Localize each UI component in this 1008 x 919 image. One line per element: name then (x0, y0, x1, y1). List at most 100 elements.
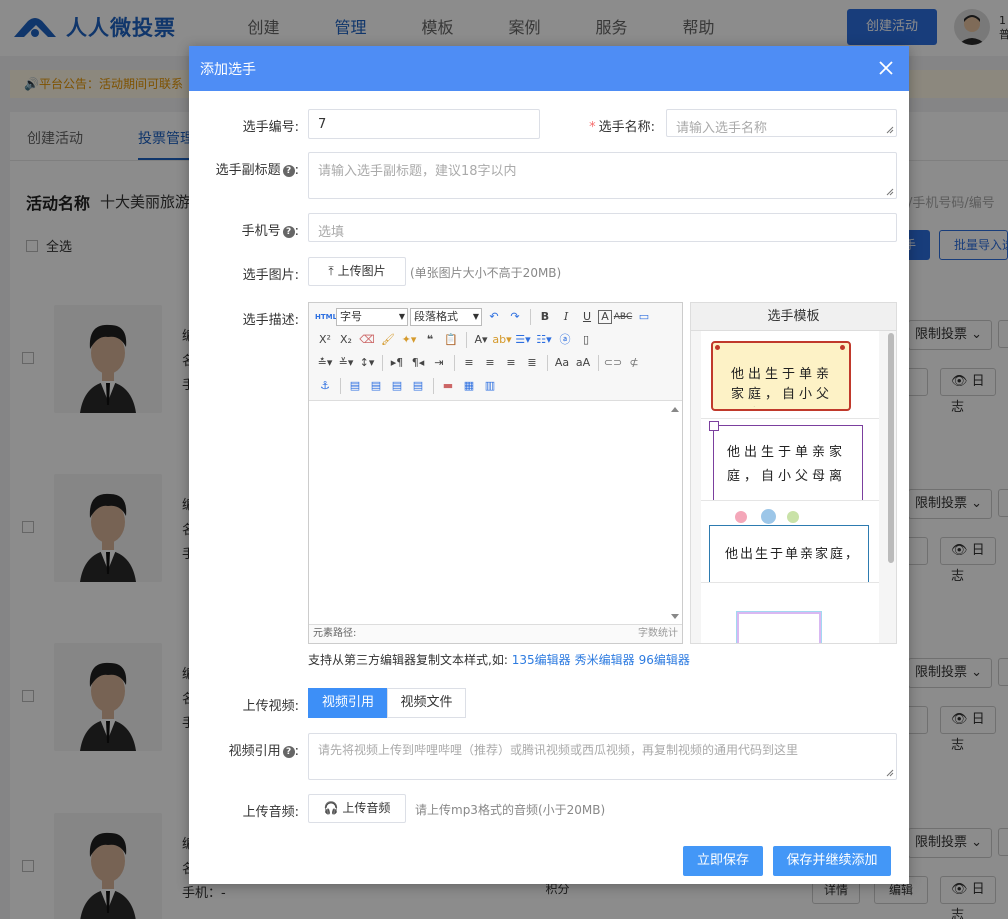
ltr-icon[interactable]: ▸¶ (387, 354, 407, 372)
help-icon[interactable]: ? (282, 165, 295, 177)
toolbar-separator (433, 378, 434, 394)
clear-doc-icon[interactable]: ▯ (576, 331, 596, 349)
insert-video-icon[interactable]: ▥ (480, 377, 500, 395)
bold-icon[interactable]: B (535, 308, 555, 326)
link-135-editor[interactable]: 135编辑器 (512, 653, 571, 667)
subscript-icon[interactable]: X₂ (336, 331, 356, 349)
row-spacing-bottom-icon[interactable]: ≚▾ (336, 354, 356, 372)
font-color-icon[interactable]: A▾ (471, 331, 491, 349)
underline-icon[interactable]: U (577, 308, 597, 326)
template-list: 他出生于单亲家庭，自小父母离 他出生于单亲家庭，自小父母离 他出生于单亲家庭， (701, 331, 879, 643)
save-button[interactable]: 立即保存 (683, 846, 763, 876)
align-right-icon[interactable]: ≡ (501, 354, 521, 372)
template-frame (736, 611, 822, 643)
font-size-select[interactable]: 字号 ▼ (336, 308, 408, 326)
upload-image-button[interactable]: ⤒ 上传图片 (308, 257, 406, 286)
template-item[interactable]: 他出生于单亲家庭，自小父母离 (701, 339, 879, 419)
undo-icon[interactable]: ↶ (484, 308, 504, 326)
dialog-header: 添加选手 (189, 46, 909, 91)
number-label: 选手编号: (242, 120, 299, 135)
editor-support-note: 支持从第三方编辑器复制文本样式,如: 135编辑器 秀米编辑器 96编辑器 (308, 651, 694, 668)
link-icon[interactable]: ⊂⊃ (603, 354, 623, 372)
align-left-icon[interactable]: ≡ (459, 354, 479, 372)
help-icon[interactable]: ? (282, 226, 295, 238)
template-panel: 选手模板 他出生于单亲家庭，自小父母离 他出生于单亲家庭，自小父母离 (690, 302, 897, 644)
superscript-icon[interactable]: X² (315, 331, 335, 349)
paragraph-value: 段落格式 (414, 310, 458, 323)
row-spacing-top-icon[interactable]: ≛▾ (315, 354, 335, 372)
insert-image-icon[interactable]: ▬ (438, 377, 458, 395)
html-source-icon[interactable]: HTML (315, 308, 337, 326)
resize-handle-icon[interactable] (886, 126, 894, 134)
anchor-icon[interactable]: ⚓ (315, 377, 335, 395)
strikethrough-icon[interactable]: ABC (613, 308, 633, 326)
font-border-icon[interactable]: A (598, 310, 612, 324)
image-none-icon[interactable]: ▤ (345, 377, 365, 395)
resize-handle-icon[interactable] (886, 188, 894, 196)
editor-scrollbar[interactable] (668, 402, 682, 624)
tab-video-reference[interactable]: 视频引用 (308, 688, 388, 718)
template-item[interactable] (701, 585, 879, 643)
eraser-icon[interactable]: ⌫ (357, 331, 377, 349)
redo-icon[interactable]: ↷ (505, 308, 525, 326)
paragraph-select[interactable]: 段落格式 ▼ (410, 308, 482, 326)
tab-video-file[interactable]: 视频文件 (387, 688, 466, 718)
unlink-icon[interactable]: ⊄ (624, 354, 644, 372)
lowercase-icon[interactable]: aA (573, 354, 593, 372)
unordered-list-icon[interactable]: ☷▾ (534, 331, 554, 349)
image-left-icon[interactable]: ▤ (366, 377, 386, 395)
editor-toolbar: HTML 字号 ▼ 段落格式 ▼ ↶ ↷ B I U A ABC ▭ X² X₂ ⌫… (309, 303, 682, 401)
audio-label: 上传音频: (242, 805, 299, 820)
auto-format-icon[interactable]: ✦▾ (399, 331, 419, 349)
background-color-icon[interactable]: ab▾ (492, 331, 512, 349)
image-hint: (单张图片大小不高于20MB) (410, 266, 562, 280)
video-label: 上传视频: (242, 699, 299, 714)
add-contestant-dialog: 添加选手 选手编号: 7 * 选手名称: 请输入选手名称 选手副标题?: 请输入选… (189, 46, 909, 884)
align-center-icon[interactable]: ≡ (480, 354, 500, 372)
image-center-icon[interactable]: ▤ (408, 377, 428, 395)
help-icon[interactable]: ? (282, 746, 295, 758)
toolbar-separator (466, 332, 467, 348)
number-field[interactable]: 7 (308, 109, 540, 139)
template-scrollbar[interactable] (888, 333, 894, 563)
format-brush-icon[interactable]: 🖌 (378, 331, 398, 349)
phone-field[interactable]: 选填 (308, 213, 897, 242)
image-label: 选手图片: (242, 268, 299, 283)
name-label-text: 选手名称: (598, 120, 655, 135)
video-embed-field[interactable]: 请先将视频上传到哔哩哔哩（推荐）或腾讯视频或西瓜视频，再复制视频的通用代码到这里 (308, 733, 897, 780)
link-96-editor[interactable]: 96编辑器 (639, 653, 690, 667)
template-item[interactable]: 他出生于单亲家庭，自小父母离 (701, 421, 879, 501)
rtl-icon[interactable]: ¶◂ (408, 354, 428, 372)
upload-icon: ⤒ (328, 264, 334, 278)
uppercase-icon[interactable]: Aa (552, 354, 572, 372)
resize-handle-icon[interactable] (886, 769, 894, 777)
support-text: 支持从第三方编辑器复制文本样式,如: (308, 653, 508, 667)
dialog-title: 添加选手 (200, 62, 256, 78)
upload-image-label: 上传图片 (337, 264, 386, 278)
paste-plain-icon[interactable]: 📋 (441, 331, 461, 349)
ordered-list-icon[interactable]: ☰▾ (513, 331, 533, 349)
subtitle-label-text: 选手副标题 (215, 163, 281, 178)
save-and-continue-button[interactable]: 保存并继续添加 (773, 846, 891, 876)
toolbar-separator (547, 355, 548, 371)
video-embed-placeholder: 请先将视频上传到哔哩哔哩（推荐）或腾讯视频或西瓜视频，再复制视频的通用代码到这里 (318, 743, 799, 757)
select-all-icon[interactable]: ⓐ (555, 331, 575, 349)
template-dot (840, 345, 845, 350)
name-label: * 选手名称: (545, 116, 655, 135)
italic-icon[interactable]: I (556, 308, 576, 326)
editor-content-area[interactable] (309, 402, 682, 624)
image-right-icon[interactable]: ▤ (387, 377, 407, 395)
fullscreen-icon[interactable]: ▭ (634, 308, 654, 326)
indent-icon[interactable]: ⇥ (429, 354, 449, 372)
insert-table-icon[interactable]: ▦ (459, 377, 479, 395)
subtitle-field[interactable]: 请输入选手副标题，建议18字以内 (308, 152, 897, 199)
align-justify-icon[interactable]: ≣ (522, 354, 542, 372)
template-item[interactable]: 他出生于单亲家庭， (701, 503, 879, 583)
phone-label-text: 手机号 (241, 224, 281, 239)
link-xiumi-editor[interactable]: 秀米编辑器 (575, 653, 635, 667)
close-icon[interactable] (877, 59, 895, 77)
blockquote-icon[interactable]: ❝ (420, 331, 440, 349)
line-height-icon[interactable]: ↕▾ (357, 354, 377, 372)
upload-audio-button[interactable]: 🎧 上传音频 (308, 794, 406, 823)
name-field[interactable]: 请输入选手名称 (666, 109, 897, 137)
